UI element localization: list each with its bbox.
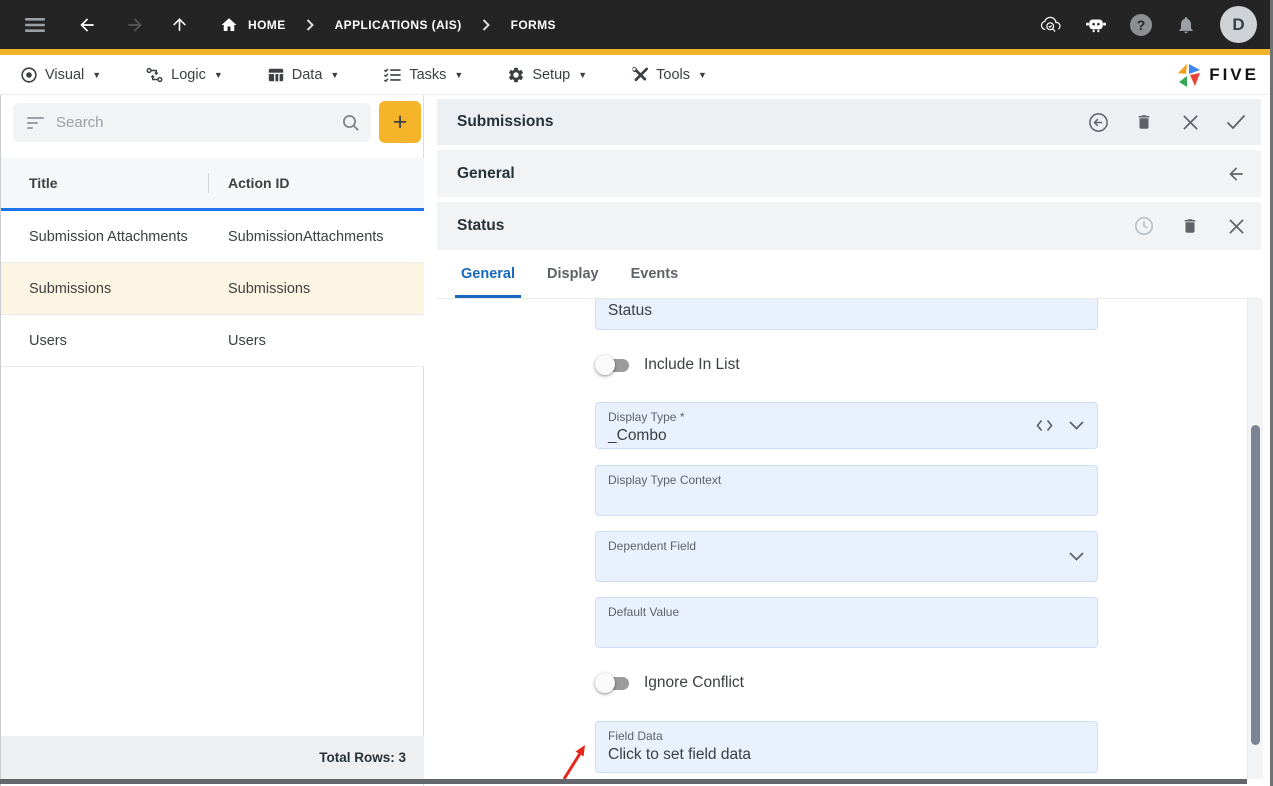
search-box bbox=[13, 103, 371, 142]
five-logo-text: FIVE bbox=[1209, 65, 1259, 85]
table-row-selected[interactable]: Submissions Submissions bbox=[1, 263, 424, 315]
add-record-button[interactable]: + bbox=[379, 101, 421, 143]
ignore-conflict-label: Ignore Conflict bbox=[644, 674, 744, 692]
history-clock-icon[interactable] bbox=[1133, 215, 1155, 237]
total-rows-label: Total Rows: 3 bbox=[319, 750, 406, 765]
breadcrumb-forms[interactable]: FORMS bbox=[511, 18, 556, 32]
chevron-right-icon bbox=[482, 19, 491, 31]
app-window: HOME APPLICATIONS (AIS) FORMS bbox=[0, 0, 1273, 786]
form-header-bar: Submissions bbox=[437, 99, 1261, 145]
data-icon bbox=[267, 66, 285, 84]
status-tabs: General Display Events bbox=[437, 250, 1261, 299]
close-icon[interactable] bbox=[1225, 215, 1247, 237]
column-header-action-id[interactable]: Action ID bbox=[209, 175, 289, 191]
user-avatar[interactable]: D bbox=[1220, 6, 1257, 43]
display-type-field[interactable]: Display Type * _Combo bbox=[595, 402, 1098, 449]
tab-display[interactable]: Display bbox=[531, 250, 615, 298]
filter-icon[interactable] bbox=[27, 116, 44, 130]
five-pinwheel-icon bbox=[1175, 62, 1202, 89]
column-header-title[interactable]: Title bbox=[1, 175, 208, 191]
home-icon[interactable] bbox=[216, 12, 242, 38]
notifications-bell-icon[interactable] bbox=[1175, 14, 1197, 36]
tasks-icon bbox=[383, 66, 402, 84]
cloud-inspect-icon[interactable] bbox=[1040, 14, 1062, 36]
logic-icon bbox=[145, 66, 164, 84]
tab-events[interactable]: Events bbox=[615, 250, 695, 298]
menu-logic[interactable]: Logic ▼ bbox=[145, 66, 223, 84]
menu-tasks[interactable]: Tasks ▼ bbox=[383, 66, 463, 84]
hamburger-menu-icon[interactable] bbox=[22, 12, 48, 38]
delete-icon[interactable] bbox=[1133, 111, 1155, 133]
records-list-panel: + Title Action ID Submission Attachments… bbox=[0, 95, 424, 786]
vertical-scrollbar-track[interactable] bbox=[1247, 299, 1263, 779]
ignore-conflict-switch[interactable] bbox=[595, 673, 631, 693]
back-arrow-icon[interactable] bbox=[74, 12, 100, 38]
close-icon[interactable] bbox=[1179, 111, 1201, 133]
setup-gear-icon bbox=[507, 66, 525, 84]
section-status-title: Status bbox=[437, 217, 504, 235]
menu-data[interactable]: Data ▼ bbox=[267, 66, 340, 84]
default-value-field[interactable]: Default Value bbox=[595, 597, 1098, 648]
ignore-conflict-toggle-row: Ignore Conflict bbox=[595, 670, 744, 696]
tab-general[interactable]: General bbox=[445, 250, 531, 298]
up-arrow-icon[interactable] bbox=[166, 12, 192, 38]
search-icon[interactable] bbox=[341, 113, 361, 133]
caret-down-icon: ▼ bbox=[578, 70, 587, 80]
caret-down-icon: ▼ bbox=[698, 70, 707, 80]
breadcrumb-applications[interactable]: APPLICATIONS (AIS) bbox=[335, 18, 462, 32]
menu-visual[interactable]: Visual ▼ bbox=[20, 66, 101, 84]
menu-tools[interactable]: Tools ▼ bbox=[631, 66, 707, 84]
delete-icon[interactable] bbox=[1179, 215, 1201, 237]
section-general-bar[interactable]: General bbox=[437, 150, 1261, 197]
include-in-list-label: Include In List bbox=[644, 356, 740, 374]
caret-down-icon: ▼ bbox=[330, 70, 339, 80]
collapse-left-arrow-icon[interactable] bbox=[1225, 163, 1247, 185]
forward-arrow-icon[interactable] bbox=[122, 12, 148, 38]
form-title: Submissions bbox=[437, 113, 553, 131]
help-icon[interactable]: ? bbox=[1130, 14, 1152, 36]
assistant-bot-icon[interactable] bbox=[1085, 14, 1107, 36]
visual-icon bbox=[20, 66, 38, 84]
caret-down-icon: ▼ bbox=[454, 70, 463, 80]
breadcrumb-home[interactable]: HOME bbox=[248, 18, 286, 32]
revert-icon[interactable] bbox=[1087, 111, 1109, 133]
form-scroll-area: Status Include In List Display Type * _C… bbox=[437, 299, 1247, 779]
caret-down-icon: ▼ bbox=[214, 70, 223, 80]
include-in-list-toggle-row: Include In List bbox=[595, 352, 740, 378]
section-status-bar[interactable]: Status bbox=[437, 202, 1261, 250]
table-row[interactable]: Users Users bbox=[1, 315, 424, 367]
dependent-field-select[interactable]: Dependent Field bbox=[595, 531, 1098, 582]
five-logo: FIVE bbox=[1175, 55, 1259, 95]
tools-icon bbox=[631, 66, 649, 84]
chevron-down-icon[interactable] bbox=[1069, 403, 1084, 448]
table-header: Title Action ID bbox=[1, 158, 424, 208]
top-navbar: HOME APPLICATIONS (AIS) FORMS bbox=[0, 0, 1273, 49]
save-check-icon[interactable] bbox=[1225, 111, 1247, 133]
annotation-red-arrow bbox=[557, 735, 599, 779]
section-general-title: General bbox=[437, 165, 515, 183]
chevron-down-icon[interactable] bbox=[1069, 532, 1084, 581]
table-row[interactable]: Submission Attachments SubmissionAttachm… bbox=[1, 211, 424, 263]
menu-bar: Visual ▼ Logic ▼ Data ▼ bbox=[0, 55, 1273, 95]
chevron-right-icon bbox=[306, 19, 315, 31]
include-in-list-switch[interactable] bbox=[595, 355, 631, 375]
vertical-scrollbar-thumb[interactable] bbox=[1251, 425, 1260, 745]
code-editor-icon[interactable] bbox=[1036, 403, 1053, 448]
status-name-field[interactable]: Status bbox=[595, 299, 1098, 330]
field-data-field[interactable]: Field Data Click to set field data bbox=[595, 721, 1098, 773]
display-type-context-field[interactable]: Display Type Context bbox=[595, 465, 1098, 516]
menu-setup[interactable]: Setup ▼ bbox=[507, 66, 587, 84]
horizontal-scrollbar-thumb[interactable] bbox=[0, 779, 1247, 784]
search-input[interactable] bbox=[56, 114, 341, 131]
table-footer: Total Rows: 3 bbox=[1, 736, 424, 779]
caret-down-icon: ▼ bbox=[92, 70, 101, 80]
